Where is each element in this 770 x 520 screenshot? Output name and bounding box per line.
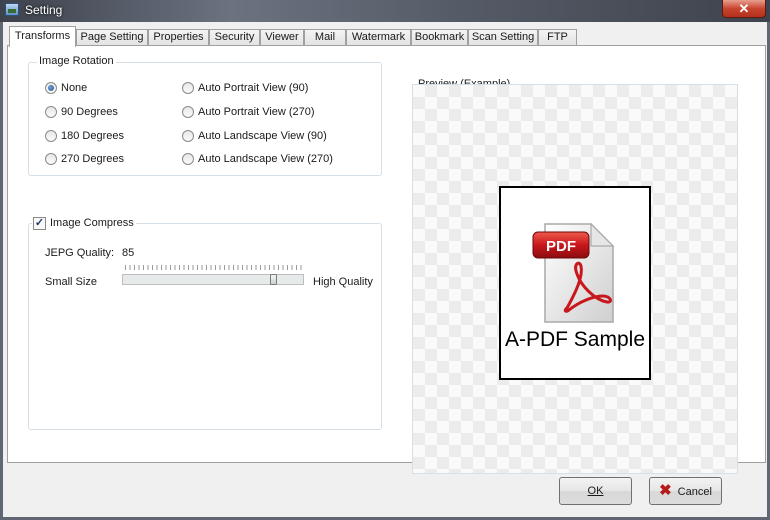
tab-security[interactable]: Security: [209, 29, 260, 46]
preview-area: PDF A-PDF Sample: [412, 84, 738, 474]
radio-label: Auto Landscape View (270): [198, 153, 333, 165]
radio-label: None: [61, 82, 88, 94]
quality-slider-ticks: [125, 265, 303, 270]
dialog-body: Transforms Page Setting Properties Secur…: [0, 22, 770, 520]
radio-indicator[interactable]: [45, 106, 57, 118]
radio-label: Auto Landscape View (90): [198, 130, 327, 142]
window-title: Setting: [25, 3, 63, 17]
radio-indicator[interactable]: [182, 106, 194, 118]
sample-text: A-PDF Sample: [504, 328, 646, 351]
title-bar: Setting ✕: [0, 0, 770, 22]
radio-label: Auto Portrait View (90): [198, 82, 309, 94]
radio-indicator[interactable]: [182, 82, 194, 94]
cancel-x-icon: ✖: [659, 482, 672, 499]
image-compress-checkbox[interactable]: ✓: [33, 217, 46, 230]
radio-label: 180 Degrees: [61, 130, 124, 142]
image-compress-header[interactable]: ✓ Image Compress: [32, 216, 136, 232]
tab-watermark[interactable]: Watermark: [346, 29, 411, 46]
tab-bookmark[interactable]: Bookmark: [411, 29, 468, 46]
radio-label: Auto Portrait View (270): [198, 106, 315, 118]
transforms-panel: Image Rotation None 90 Degrees 180 Degre…: [7, 45, 766, 474]
radio-indicator[interactable]: [182, 153, 194, 165]
quality-slider-thumb[interactable]: [270, 274, 277, 285]
image-rotation-group: Image Rotation None 90 Degrees 180 Degre…: [28, 55, 382, 176]
pdf-file-icon: PDF: [532, 222, 615, 323]
tab-transforms[interactable]: Transforms: [9, 26, 76, 47]
radio-indicator[interactable]: [182, 130, 194, 142]
jpeg-quality-label: JEPG Quality:: [45, 247, 115, 259]
ok-button[interactable]: OK: [559, 477, 632, 505]
cancel-button[interactable]: ✖ Cancel: [649, 477, 722, 505]
quality-slider[interactable]: [122, 274, 304, 285]
cancel-button-label: Cancel: [677, 486, 712, 498]
window-close-button[interactable]: ✕: [722, 0, 766, 18]
slider-min-label: Small Size: [45, 276, 97, 288]
tab-scan-setting[interactable]: Scan Setting: [468, 29, 538, 46]
app-icon: [5, 3, 19, 16]
radio-label: 270 Degrees: [61, 153, 124, 165]
tab-page-setting[interactable]: Page Setting: [76, 29, 148, 46]
tab-viewer[interactable]: Viewer: [260, 29, 304, 46]
jpeg-quality-value: 85: [122, 247, 135, 259]
tab-properties[interactable]: Properties: [148, 29, 209, 46]
ok-button-label: OK: [587, 485, 604, 497]
tab-mail[interactable]: Mail: [304, 29, 346, 46]
image-compress-label: Image Compress: [50, 217, 134, 229]
radio-indicator[interactable]: [45, 130, 57, 142]
radio-indicator[interactable]: [45, 153, 57, 165]
slider-max-label: High Quality: [313, 276, 373, 288]
image-compress-group: ✓ Image Compress JEPG Quality: 85 Small …: [28, 216, 382, 430]
tab-ftp[interactable]: FTP: [538, 29, 577, 46]
pdf-badge-text: PDF: [546, 238, 576, 255]
radio-label: 90 Degrees: [61, 106, 118, 118]
image-rotation-legend: Image Rotation: [37, 55, 116, 67]
sample-page: PDF A-PDF Sample: [499, 186, 651, 380]
radio-indicator[interactable]: [45, 82, 57, 94]
